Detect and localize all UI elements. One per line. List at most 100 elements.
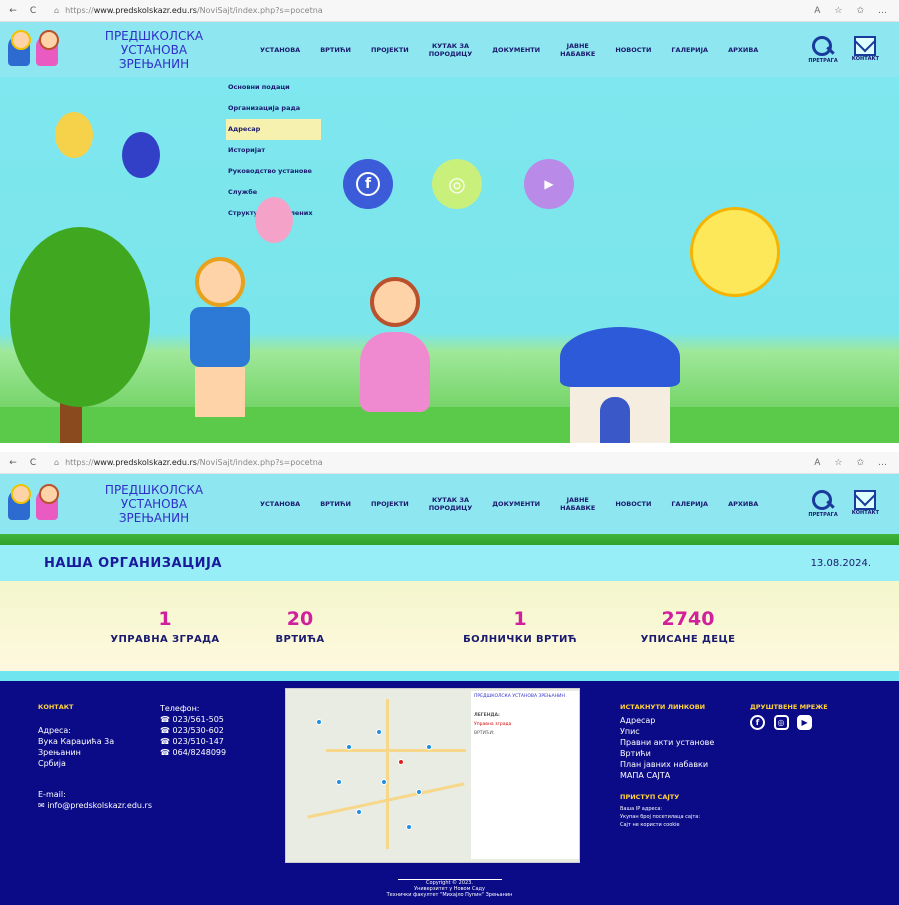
cyan-divider bbox=[0, 671, 899, 681]
contact-label: КОНТАКТ bbox=[851, 510, 879, 516]
menu-item-kutak[interactable]: КУТАК ЗА ПОРОДИЦУ bbox=[419, 42, 483, 58]
main-menu: УСТАНОВА ВРТИЋИ ПРОЈЕКТИ КУТАК ЗА ПОРОДИЦ… bbox=[250, 42, 768, 58]
map-legend: ПРЕДШКОЛСКА УСТАНОВА ЗРЕЊАНИН ЛЕГЕНДА: У… bbox=[471, 691, 579, 859]
phone-number[interactable]: ☎ 023/510-147 bbox=[160, 736, 270, 747]
footer-link[interactable]: Упис bbox=[620, 726, 740, 737]
menu-item-ustanova[interactable]: УСТАНОВА bbox=[250, 46, 310, 54]
favorite-star-icon[interactable]: ☆ bbox=[834, 6, 842, 16]
instagram-icon[interactable]: ◎ bbox=[432, 159, 482, 209]
menu-item-nabavke[interactable]: ЈАВНЕ НАБАВКЕ bbox=[550, 42, 605, 58]
home-icon[interactable]: ⌂ bbox=[54, 6, 59, 15]
menu-item-galerija[interactable]: ГАЛЕРИЈА bbox=[661, 500, 718, 508]
footer-link[interactable]: МАПА САЈТА bbox=[620, 770, 740, 781]
phone-number[interactable]: ☎ 023/561-505 bbox=[160, 714, 270, 725]
favorites-icon[interactable]: ✩ bbox=[856, 458, 864, 468]
menu-item-galerija[interactable]: ГАЛЕРИЈА bbox=[661, 46, 718, 54]
stat-label: УПРАВНА ЗГРАДА bbox=[110, 633, 220, 645]
copyright-line: Технички факултет "Михајло Пупин" Зрењан… bbox=[386, 892, 513, 898]
search-button[interactable]: ПРЕТРАГА bbox=[808, 35, 838, 64]
site-name-line1: ПРЕДШКОЛСКА УСТАНОВА bbox=[104, 28, 204, 57]
site-name[interactable]: ПРЕДШКОЛСКА УСТАНОВА ЗРЕЊАНИН bbox=[74, 29, 234, 71]
facebook-icon[interactable]: f bbox=[750, 715, 765, 730]
menu-item-kutak[interactable]: КУТАК ЗА ПОРОДИЦУ bbox=[419, 496, 483, 512]
menu-item-projekti[interactable]: ПРОЈЕКТИ bbox=[361, 46, 419, 54]
favorite-star-icon[interactable]: ☆ bbox=[834, 458, 842, 468]
youtube-icon[interactable]: ▶ bbox=[797, 715, 813, 730]
facebook-icon[interactable]: f bbox=[343, 159, 393, 209]
logo-icon[interactable] bbox=[6, 484, 66, 524]
browser-toolbar-top: ← C ⌂ https://www.predskolskazr.edu.rs/N… bbox=[0, 0, 899, 22]
footer-link[interactable]: План јавних набавки bbox=[620, 759, 740, 770]
org-title: НАША ОРГАНИЗАЦИЈА bbox=[44, 555, 222, 571]
search-label: ПРЕТРАГА bbox=[808, 57, 838, 64]
search-label: ПРЕТРАГА bbox=[808, 512, 838, 518]
search-icon bbox=[812, 35, 834, 58]
refresh-icon[interactable]: C bbox=[26, 458, 40, 468]
favorites-icon[interactable]: ✩ bbox=[856, 6, 864, 16]
site-header-bottom: ПРЕДШКОЛСКА УСТАНОВА ЗРЕЊАНИН УСТАНОВА В… bbox=[0, 474, 899, 534]
menu-item-arhiva[interactable]: АРХИВА bbox=[718, 46, 768, 54]
email-label: E-mail: bbox=[38, 790, 66, 799]
search-button[interactable]: ПРЕТРАГА bbox=[808, 490, 838, 518]
menu-item-nabavke[interactable]: ЈАВНЕ НАБАВКЕ bbox=[550, 496, 605, 512]
menu-item-vrtici[interactable]: ВРТИЋИ bbox=[310, 46, 361, 54]
more-icon[interactable]: … bbox=[878, 458, 887, 468]
read-aloud-icon[interactable]: A bbox=[814, 458, 820, 468]
url-path: /NoviSajt/index.php?s=pocetna bbox=[196, 458, 323, 467]
access-visitors: Укупан број посетилаца сајта: bbox=[620, 814, 701, 820]
site-name[interactable]: ПРЕДШКОЛСКА УСТАНОВА ЗРЕЊАНИН bbox=[74, 483, 234, 525]
contact-button[interactable]: КОНТАКТ bbox=[852, 490, 879, 518]
menu-item-projekti[interactable]: ПРОЈЕКТИ bbox=[361, 500, 419, 508]
contact-heading: КОНТАКТ bbox=[38, 703, 74, 711]
dropdown-item-rukovodstvo[interactable]: Руководство установе bbox=[226, 161, 321, 182]
menu-item-vrtici[interactable]: ВРТИЋИ bbox=[310, 500, 361, 508]
site-header-top: ПРЕДШКОЛСКА УСТАНОВА ЗРЕЊАНИН УСТАНОВА В… bbox=[0, 22, 899, 77]
phone-number[interactable]: ☎ 064/8248099 bbox=[160, 747, 270, 758]
dropdown-item-osnovni[interactable]: Основни подаци bbox=[226, 77, 321, 98]
site-name-line1: ПРЕДШКОЛСКА УСТАНОВА bbox=[104, 483, 204, 511]
address-line: Зрењанин bbox=[38, 748, 81, 757]
stats-panel: 1 УПРАВНА ЗГРАДА 20 ВРТИЋА 1 БОЛНИЧКИ ВРТИЋ… bbox=[0, 581, 899, 671]
mail-icon bbox=[854, 490, 877, 510]
menu-item-ustanova[interactable]: УСТАНОВА bbox=[250, 500, 310, 508]
legend-admin: Управна зграда bbox=[474, 722, 512, 727]
stat-number: 1 bbox=[158, 607, 172, 630]
menu-item-novosti[interactable]: НОВОСТИ bbox=[605, 500, 661, 508]
links-heading: ИСТАКНУТИ ЛИНКОВИ bbox=[620, 703, 706, 711]
dropdown-item-organizacija[interactable]: Организација рада bbox=[226, 98, 321, 119]
dropdown-item-adresar[interactable]: Адресар bbox=[226, 119, 321, 140]
url-prefix: https:// bbox=[65, 458, 94, 467]
address-line: Вука Караџића 3а bbox=[38, 737, 115, 746]
instagram-icon[interactable]: ◎ bbox=[773, 715, 789, 730]
pink-balloon-icon bbox=[255, 197, 293, 243]
menu-item-dokumenti[interactable]: ДОКУМЕНТИ bbox=[482, 500, 550, 508]
address-bar-bottom[interactable]: ⌂ https://www.predskolskazr.edu.rs/NoviS… bbox=[54, 458, 323, 467]
boy-illustration bbox=[170, 257, 280, 437]
address-bar-top[interactable]: ⌂ https://www.predskolskazr.edu.rs/NoviS… bbox=[54, 6, 323, 15]
dropdown-item-istorijat[interactable]: Историјат bbox=[226, 140, 321, 161]
logo-icon[interactable] bbox=[6, 29, 66, 70]
footer-phones: Телефон: ☎ 023/561-505 ☎ 023/530-602 ☎ 0… bbox=[160, 703, 270, 758]
footer-link[interactable]: Вртићи bbox=[620, 748, 740, 759]
email-link[interactable]: ✉ info@predskolskazr.edu.rs bbox=[38, 800, 158, 811]
map-widget[interactable]: ПРЕДШКОЛСКА УСТАНОВА ЗРЕЊАНИН ЛЕГЕНДА: У… bbox=[285, 688, 580, 863]
phone-number[interactable]: ☎ 023/530-602 bbox=[160, 725, 270, 736]
back-icon[interactable]: ← bbox=[6, 6, 20, 16]
contact-button[interactable]: КОНТАКТ bbox=[852, 35, 879, 64]
menu-item-dokumenti[interactable]: ДОКУМЕНТИ bbox=[482, 46, 550, 54]
read-aloud-icon[interactable]: A bbox=[814, 6, 820, 16]
youtube-icon[interactable]: ▶ bbox=[524, 159, 574, 209]
stat-label: БОЛНИЧКИ ВРТИЋ bbox=[463, 633, 577, 645]
stat-label: УПИСАНЕ ДЕЦЕ bbox=[640, 633, 736, 645]
footer-links: ИСТАКНУТИ ЛИНКОВИ Адресар Упис Правни ак… bbox=[620, 703, 740, 829]
menu-item-novosti[interactable]: НОВОСТИ bbox=[605, 46, 661, 54]
refresh-icon[interactable]: C bbox=[26, 6, 40, 16]
home-icon[interactable]: ⌂ bbox=[54, 458, 59, 467]
footer-link[interactable]: Адресар bbox=[620, 715, 740, 726]
more-icon[interactable]: … bbox=[878, 6, 887, 16]
girl-illustration bbox=[330, 277, 460, 443]
back-icon[interactable]: ← bbox=[6, 458, 20, 468]
footer-social: ДРУШТВЕНЕ МРЕЖЕ f ◎ ▶ bbox=[750, 703, 860, 730]
footer-link[interactable]: Правни акти установе bbox=[620, 737, 740, 748]
menu-item-arhiva[interactable]: АРХИВА bbox=[718, 500, 768, 508]
